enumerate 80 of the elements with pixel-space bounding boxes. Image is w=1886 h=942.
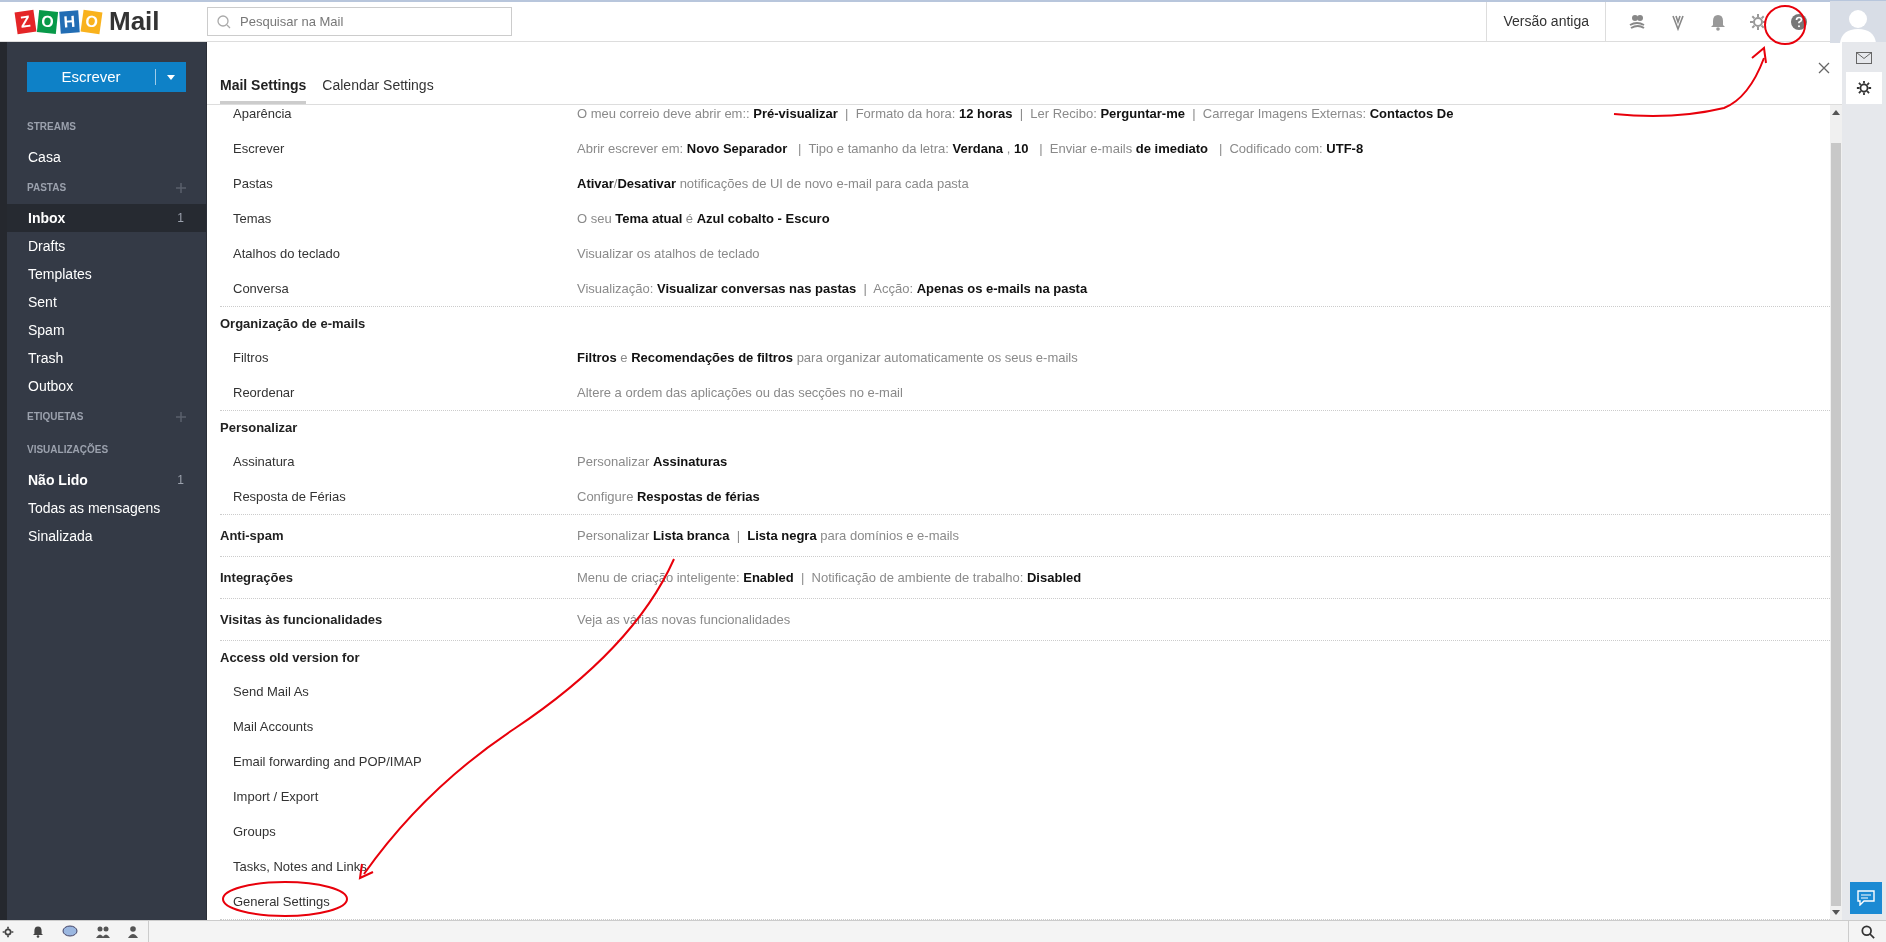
logo-letter: H [59, 9, 80, 34]
section-title: Access old version for [220, 649, 361, 668]
sidebar-item[interactable]: Spam [7, 316, 206, 344]
setting-description: O seu Tema atual é Azul cobalto - Escuro [577, 209, 830, 228]
section-title[interactable]: Integrações [220, 568, 577, 588]
setting-link[interactable]: Conversa [233, 278, 577, 299]
setting-description: Personalizar Assinaturas [577, 452, 728, 471]
logo-product: Mail [109, 5, 160, 38]
setting-link[interactable]: Import / Export [233, 786, 577, 807]
setting-description: Personalizar Lista branca | Lista negra para domínios e e-mails [577, 527, 959, 546]
sidebar-item[interactable]: Outbox [7, 372, 206, 400]
setting-description: Abrir escrever em: Novo Separador | Tipo e tamanho da letra: Verdana , 10 | Enviar e-mails de imediato | Codificado com: UTF-8 [577, 139, 1364, 158]
sidebar-item[interactable]: Drafts [7, 232, 206, 260]
setting-link[interactable]: Reordenar [233, 382, 577, 403]
setting-description: Visualização: Visualizar conversas nas pastas | Acção: Apenas os e-mails na pasta [577, 279, 1088, 298]
section-title[interactable]: Visitas às funcionalidades [220, 610, 577, 630]
chat-icon [1857, 890, 1875, 906]
settings-icon[interactable] [1749, 12, 1767, 31]
scroll-up-icon[interactable] [1832, 109, 1840, 115]
setting-link[interactable]: Resposta de Férias [233, 486, 577, 507]
sidebar-item[interactable]: Casa [7, 143, 206, 171]
scroll-down-icon[interactable] [1832, 910, 1840, 916]
search-field[interactable]: Pesquisar na Mail [207, 7, 512, 36]
chat-button[interactable] [1850, 882, 1882, 914]
sidebar-item[interactable]: Sinalizada [7, 522, 206, 550]
setting-link[interactable]: Assinatura [233, 451, 577, 472]
person-icon[interactable] [128, 925, 138, 938]
sidebar-item[interactable]: Não Lido 1 [7, 466, 206, 494]
logo-letter: Z [14, 9, 37, 34]
logo-letter: O [36, 9, 59, 34]
setting-description: Ativar/Desativar notificações de UI de novo e-mail para cada pasta [577, 174, 969, 193]
bell-icon[interactable] [32, 925, 44, 938]
section-title: Personalizar [220, 419, 299, 438]
setting-link[interactable]: Pastas [233, 173, 577, 194]
settings-tab[interactable]: Mail Settings [220, 75, 307, 104]
mail-icon[interactable] [1856, 52, 1872, 64]
setting-link[interactable]: Temas [233, 208, 577, 229]
settings-tab[interactable] [1846, 72, 1882, 104]
help-icon[interactable] [1790, 12, 1808, 31]
setting-link[interactable]: Groups [233, 821, 577, 842]
sidebar-section-header: PASTAS [27, 181, 67, 195]
sidebar-section-header: STREAMS [27, 120, 76, 134]
sidebar-section-header: VISUALIZAÇÕES [27, 442, 109, 457]
settings-tab[interactable]: Calendar Settings [322, 75, 434, 104]
sidebar-item[interactable]: Sent [7, 288, 206, 316]
search-icon [216, 13, 232, 30]
section-title: Organização de e-mails [220, 315, 367, 334]
setting-link[interactable]: General Settings [233, 891, 577, 912]
setting-description: Visualizar os atalhos de teclado [577, 244, 760, 263]
sidebar-item[interactable]: Todas as mensagens [7, 494, 206, 522]
setting-link[interactable]: Filtros [233, 347, 577, 368]
settings-icon[interactable] [2, 925, 14, 938]
close-icon[interactable] [1818, 62, 1830, 74]
setting-description: Filtros e Recomendações de filtros para organizar automaticamente os seus e-mails [577, 348, 1078, 367]
sidebar-item[interactable]: Trash [7, 344, 206, 372]
caret-icon[interactable] [167, 74, 175, 80]
setting-link[interactable]: Atalhos do teclado [233, 243, 577, 264]
sidebar-section-header: ETIQUETAS [27, 410, 84, 424]
search-input[interactable]: Pesquisar na Mail [240, 11, 503, 32]
logo-letter: O [80, 9, 103, 34]
compose-button[interactable]: Escrever [27, 62, 186, 92]
setting-description: Altere a ordem das aplicações ou das secções no e-mail [577, 383, 903, 402]
setting-link[interactable]: Mail Accounts [233, 716, 577, 737]
setting-description: O meu correio deve abrir em:: Pré-visualizar | Formato da hora: 12 horas | Ler Recibo: Perguntar-me | Carregar Imagens Externas: Contactos De [577, 105, 1454, 123]
people-icon[interactable] [1628, 12, 1646, 31]
setting-link[interactable]: Aparência [233, 105, 577, 124]
old-version-button[interactable]: Versão antiga [1486, 1, 1606, 42]
setting-link[interactable]: Email forwarding and POP/IMAP [233, 751, 577, 772]
scrollbar[interactable] [1830, 105, 1842, 920]
sidebar-item[interactable]: Templates [7, 260, 206, 288]
chat-icon[interactable] [62, 925, 78, 938]
people-icon[interactable] [96, 925, 110, 938]
setting-link[interactable]: Send Mail As [233, 681, 577, 702]
sidebar-item[interactable]: Inbox 1 [7, 204, 206, 232]
setting-description: Configure Respostas de férias [577, 487, 760, 506]
section-title[interactable]: Anti-spam [220, 526, 577, 546]
setting-link[interactable]: Tasks, Notes and Links [233, 856, 577, 877]
settings-icon [1856, 80, 1872, 96]
search-icon[interactable] [1860, 924, 1875, 939]
setting-link[interactable]: Escrever [233, 138, 577, 159]
